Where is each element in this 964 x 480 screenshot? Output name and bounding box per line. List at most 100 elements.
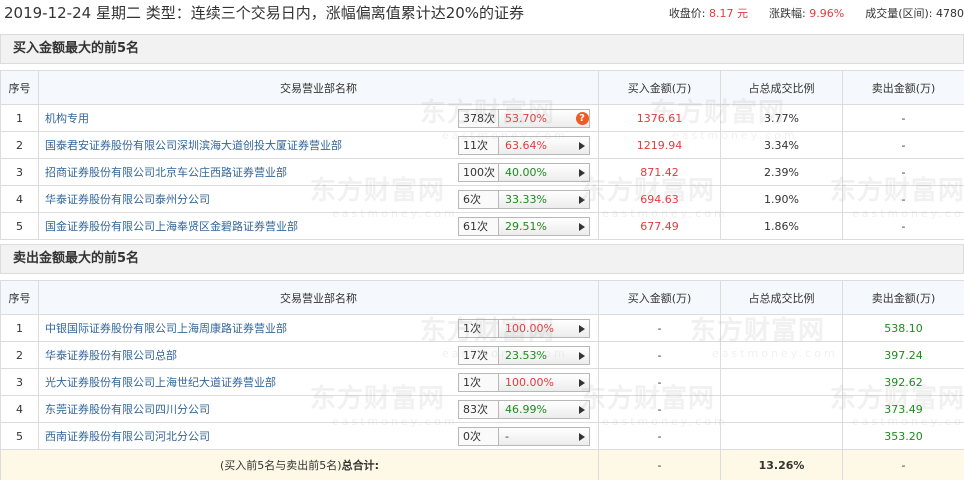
trade-count: 17次 — [459, 347, 499, 364]
broker-cell: 西南证券股份有限公司河北分公司 0次 - — [38, 422, 599, 450]
trade-stat-box[interactable]: 61次 29.51% — [458, 217, 590, 236]
detail-toggle[interactable] — [575, 164, 589, 181]
trade-count: 378次 — [459, 110, 499, 127]
win-rate: 40.00% — [505, 166, 547, 179]
broker-name-link[interactable]: 招商证券股份有限公司北京车公庄西路证券营业部 — [45, 166, 287, 179]
detail-toggle[interactable]: ? — [575, 110, 589, 127]
broker-name-link[interactable]: 华泰证券股份有限公司总部 — [45, 349, 177, 362]
buy-table: 序号 交易营业部名称 买入金额(万) 占总成交比例 卖出金额(万) 1 机构专用 3… — [0, 70, 964, 240]
table-row: 1 中银国际证券股份有限公司上海周康路证券营业部 1次 100.00% - 538.10 — [0, 314, 964, 342]
play-arrow-icon[interactable] — [579, 351, 585, 360]
sell-section-title: 卖出金额最大的前5名 — [0, 244, 964, 274]
page-title: 2019-12-24 星期二 类型：连续三个交易日内，涨幅偏离值累计达20%的证… — [4, 4, 525, 22]
detail-toggle[interactable] — [575, 347, 589, 364]
broker-name-link[interactable]: 西南证券股份有限公司河北分公司 — [45, 430, 210, 443]
broker-name-link[interactable]: 华泰证券股份有限公司泰州分公司 — [45, 193, 210, 206]
total-sell: - — [842, 449, 964, 480]
sell-amount: 538.10 — [842, 314, 964, 342]
sell-table: 序号 交易营业部名称 买入金额(万) 占总成交比例 卖出金额(万) 1 中银国际证… — [0, 280, 964, 480]
sell-amount: - — [842, 185, 964, 213]
col-idx-header: 序号 — [0, 70, 39, 105]
detail-toggle[interactable] — [575, 218, 589, 235]
detail-toggle[interactable] — [575, 401, 589, 418]
row-index: 1 — [0, 104, 39, 132]
broker-name-link[interactable]: 机构专用 — [45, 112, 89, 125]
trade-stat-box[interactable]: 83次 46.99% — [458, 400, 590, 419]
broker-name-link[interactable]: 国金证券股份有限公司上海奉贤区金碧路证券营业部 — [45, 220, 298, 233]
ratio-value — [720, 314, 843, 342]
table-row: 5 国金证券股份有限公司上海奉贤区金碧路证券营业部 61次 29.51% 677.49 1… — [0, 212, 964, 240]
row-index: 1 — [0, 314, 39, 342]
trade-stat-box[interactable]: 11次 63.64% — [458, 136, 590, 155]
trade-stat-box[interactable]: 100次 40.00% — [458, 163, 590, 182]
col-ratio-header: 占总成交比例 — [720, 280, 843, 315]
row-index: 4 — [0, 185, 39, 213]
play-arrow-icon[interactable] — [579, 432, 585, 441]
sell-amount: - — [842, 158, 964, 186]
detail-toggle[interactable] — [575, 191, 589, 208]
trade-stat-box[interactable]: 6次 33.33% — [458, 190, 590, 209]
total-buy: - — [598, 449, 721, 480]
trade-stat-box[interactable]: 1次 100.00% — [458, 319, 590, 338]
detail-toggle[interactable] — [575, 137, 589, 154]
play-arrow-icon[interactable] — [579, 168, 585, 177]
sell-amount: - — [842, 104, 964, 132]
broker-name-link[interactable]: 光大证券股份有限公司上海世纪大道证券营业部 — [45, 376, 276, 389]
play-arrow-icon[interactable] — [579, 195, 585, 204]
col-sell-header: 卖出金额(万) — [842, 70, 964, 105]
broker-cell: 中银国际证券股份有限公司上海周康路证券营业部 1次 100.00% — [38, 314, 599, 342]
trade-stat-box[interactable]: 17次 23.53% — [458, 346, 590, 365]
detail-toggle[interactable] — [575, 428, 589, 445]
ratio-value — [720, 341, 843, 369]
play-arrow-icon[interactable] — [579, 405, 585, 414]
total-label-prefix: (买入前5名与卖出前5名) — [220, 459, 342, 472]
question-icon[interactable]: ? — [575, 112, 589, 125]
ratio-value: 2.39% — [720, 158, 843, 186]
ratio-value — [720, 422, 843, 450]
win-rate: 53.70% — [505, 112, 547, 125]
row-index: 5 — [0, 212, 39, 240]
ratio-value: 1.90% — [720, 185, 843, 213]
table-header-row: 序号 交易营业部名称 买入金额(万) 占总成交比例 卖出金额(万) — [0, 280, 964, 315]
broker-cell: 机构专用 378次 53.70%? — [38, 104, 599, 132]
trade-count: 6次 — [459, 191, 499, 208]
ratio-value: 1.86% — [720, 212, 843, 240]
trade-count: 1次 — [459, 374, 499, 391]
sell-amount: 373.49 — [842, 395, 964, 423]
sell-amount: - — [842, 212, 964, 240]
broker-cell: 国泰君安证券股份有限公司深圳滨海大道创投大厦证券营业部 11次 63.64% — [38, 131, 599, 159]
broker-cell: 光大证券股份有限公司上海世纪大道证券营业部 1次 100.00% — [38, 368, 599, 396]
trade-stat-box[interactable]: 378次 53.70%? — [458, 109, 590, 128]
trade-count: 100次 — [459, 164, 499, 181]
trade-stat-box[interactable]: 1次 100.00% — [458, 373, 590, 392]
price-stats: 收盘价: 8.17 元 涨跌幅: 9.96% 成交量(区间): 4780 — [669, 5, 964, 21]
play-arrow-icon[interactable] — [579, 141, 585, 150]
broker-name-link[interactable]: 国泰君安证券股份有限公司深圳滨海大道创投大厦证券营业部 — [45, 139, 342, 152]
table-row: 1 机构专用 378次 53.70%? 1376.61 3.77% - — [0, 104, 964, 132]
sell-amount: - — [842, 131, 964, 159]
row-index: 4 — [0, 395, 39, 423]
broker-cell: 华泰证券股份有限公司泰州分公司 6次 33.33% — [38, 185, 599, 213]
win-rate: 63.64% — [505, 139, 547, 152]
col-buy-header: 买入金额(万) — [598, 70, 721, 105]
buy-amount: - — [598, 395, 721, 423]
broker-name-link[interactable]: 东莞证券股份有限公司四川分公司 — [45, 403, 210, 416]
buy-amount: - — [598, 422, 721, 450]
volume-label: 成交量(区间): — [865, 7, 933, 20]
play-arrow-icon[interactable] — [579, 222, 585, 231]
buy-amount: 677.49 — [598, 212, 721, 240]
change-value: 9.96% — [809, 7, 845, 20]
broker-name-link[interactable]: 中银国际证券股份有限公司上海周康路证券营业部 — [45, 322, 287, 335]
detail-toggle[interactable] — [575, 320, 589, 337]
trade-stat-box[interactable]: 0次 - — [458, 427, 590, 446]
win-rate: 29.51% — [505, 220, 547, 233]
win-rate: 23.53% — [505, 349, 547, 362]
table-row: 3 光大证券股份有限公司上海世纪大道证券营业部 1次 100.00% - 392.62 — [0, 368, 964, 396]
detail-toggle[interactable] — [575, 374, 589, 391]
broker-cell: 国金证券股份有限公司上海奉贤区金碧路证券营业部 61次 29.51% — [38, 212, 599, 240]
table-header-row: 序号 交易营业部名称 买入金额(万) 占总成交比例 卖出金额(万) — [0, 70, 964, 105]
play-arrow-icon[interactable] — [579, 378, 585, 387]
table-row: 5 西南证券股份有限公司河北分公司 0次 - -353.20 — [0, 422, 964, 450]
trade-count: 1次 — [459, 320, 499, 337]
play-arrow-icon[interactable] — [579, 324, 585, 333]
